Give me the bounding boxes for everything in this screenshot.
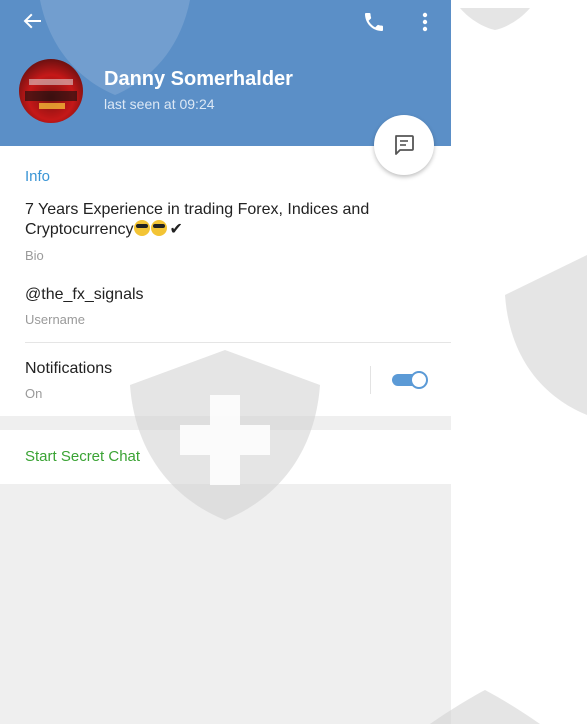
avatar[interactable]: [19, 59, 83, 123]
profile-screen: Danny Somerhalder last seen at 09:24 Inf…: [0, 0, 451, 724]
last-seen-status: last seen at 09:24: [104, 96, 215, 112]
message-fab[interactable]: [374, 115, 434, 175]
username-label: Username: [25, 312, 85, 327]
phone-icon[interactable]: [362, 10, 386, 34]
message-icon: [395, 135, 414, 155]
divider: [25, 342, 451, 343]
username-value[interactable]: @the_fx_signals: [25, 286, 144, 304]
bio-label: Bio: [25, 248, 44, 263]
bio-text[interactable]: 7 Years Experience in trading Forex, Ind…: [25, 200, 405, 240]
watermark-shield-icon: [505, 255, 587, 415]
watermark-shield-icon: [460, 8, 530, 30]
secret-chat-row[interactable]: Start Secret Chat: [0, 430, 451, 484]
bio-text-content: 7 Years Experience in trading Forex, Ind…: [25, 201, 370, 238]
check-mark-icon: ✔: [169, 221, 183, 238]
notifications-title[interactable]: Notifications: [25, 360, 112, 378]
info-section-title: Info: [25, 168, 51, 185]
more-vert-icon[interactable]: [417, 10, 433, 34]
divider: [370, 366, 371, 394]
sunglasses-emoji-icon: [134, 220, 151, 236]
notifications-toggle[interactable]: [392, 371, 428, 389]
info-card: Info 7 Years Experience in trading Forex…: [0, 146, 451, 416]
sunglasses-emoji-icon: [151, 220, 168, 236]
notifications-status: On: [25, 386, 43, 401]
start-secret-chat-button[interactable]: Start Secret Chat: [25, 448, 140, 465]
back-arrow-icon[interactable]: [20, 8, 46, 34]
contact-name: Danny Somerhalder: [104, 68, 293, 90]
